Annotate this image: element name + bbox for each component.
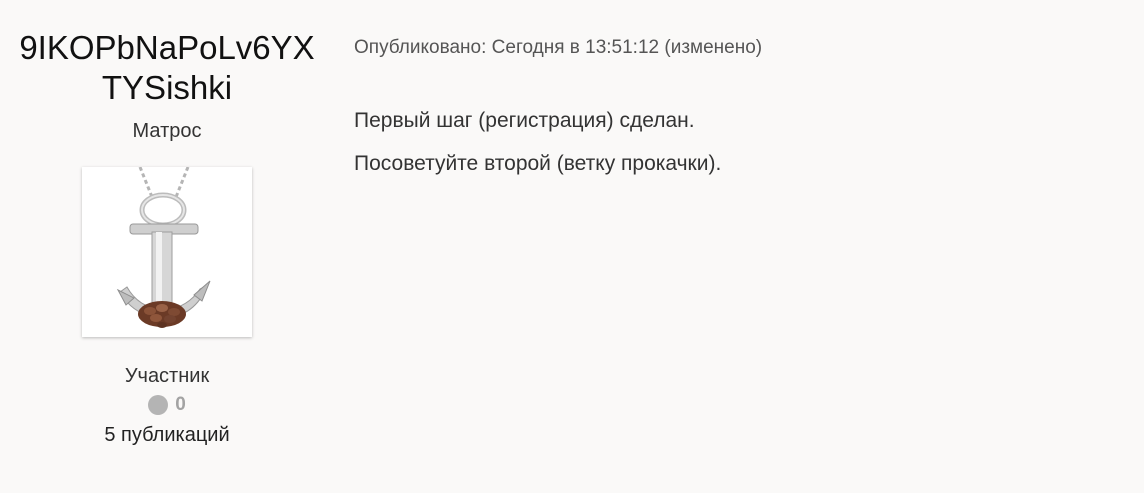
avatar[interactable] bbox=[82, 167, 252, 337]
reputation-badge[interactable]: 0 bbox=[0, 394, 334, 416]
anchor-pendant-icon bbox=[116, 167, 211, 328]
post-body: Первый шаг (регистрация) сделан. Посовет… bbox=[354, 110, 1124, 175]
reputation-count: 0 bbox=[175, 394, 186, 415]
post-line: Первый шаг (регистрация) сделан. bbox=[354, 109, 695, 132]
member-group: Участник bbox=[124, 365, 210, 387]
post-content: Опубликовано: Сегодня в 13:51:12 (измене… bbox=[354, 34, 1124, 196]
author-panel: 9IKOPbNaPoLv6YXTYSishki Матрос Участник … bbox=[0, 28, 334, 447]
forum-post: 9IKOPbNaPoLv6YXTYSishki Матрос Участник … bbox=[0, 0, 1144, 493]
post-line: Посоветуйте второй (ветку прокачки). bbox=[354, 152, 722, 175]
post-count: 5 публикаций bbox=[104, 424, 230, 446]
reputation-dot-icon bbox=[148, 395, 169, 415]
author-title: Матрос bbox=[132, 120, 202, 142]
author-name[interactable]: 9IKOPbNaPoLv6YXTYSishki bbox=[17, 28, 317, 108]
post-meta: Опубликовано: Сегодня в 13:51:12 (измене… bbox=[354, 37, 763, 58]
